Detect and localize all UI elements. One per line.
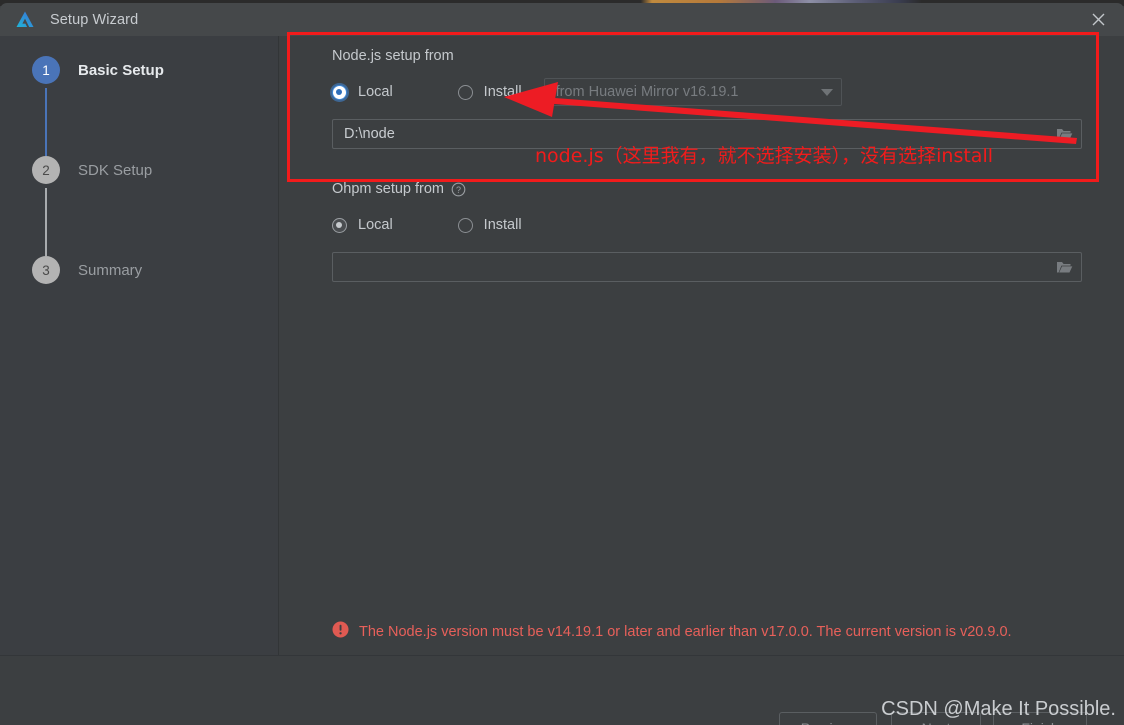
nodejs-local-radio-dot (332, 84, 347, 100)
ohpm-local-radio-label: Local (358, 217, 393, 233)
step-number-1: 1 (32, 56, 60, 84)
deveco-logo-icon (14, 9, 36, 31)
sidebar-item-summary[interactable]: 3 Summary (32, 256, 142, 284)
next-button[interactable]: Next (891, 712, 981, 725)
step-label-summary: Summary (78, 261, 143, 279)
svg-text:?: ? (456, 185, 461, 195)
nodejs-group-label: Node.js setup from (332, 48, 1092, 64)
step-connector-2-3 (45, 188, 47, 256)
nodejs-install-radio-label: Install (483, 84, 522, 100)
ohpm-path-input[interactable] (344, 253, 1047, 281)
ohpm-group-label-text: Ohpm setup from (332, 181, 445, 197)
ohpm-setup-group: Ohpm setup from ? Local Install (332, 181, 1092, 282)
nodejs-local-radio[interactable]: Local (332, 84, 393, 100)
nodejs-install-radio[interactable]: Install (457, 84, 522, 100)
nodejs-browse-folder-icon[interactable] (1047, 120, 1081, 148)
step-connector-1-2 (45, 88, 47, 156)
setup-wizard-window: Setup Wizard 1 Basic Setup 2 SDK Setup 3… (0, 0, 1124, 725)
ohpm-browse-folder-icon[interactable] (1047, 253, 1081, 281)
nodejs-local-radio-label: Local (358, 84, 393, 100)
ohpm-install-radio[interactable]: Install (457, 217, 522, 233)
wizard-steps-sidebar: 1 Basic Setup 2 SDK Setup 3 Summary (0, 36, 279, 655)
window-title: Setup Wizard (50, 11, 139, 28)
nodejs-mirror-select[interactable]: from Huawei Mirror v16.19.1 (543, 78, 842, 106)
help-circle-icon[interactable]: ? (451, 182, 466, 197)
error-exclamation-icon (332, 621, 349, 643)
window-body: 1 Basic Setup 2 SDK Setup 3 Summary Node… (0, 36, 1124, 725)
validation-error-row: The Node.js version must be v14.19.1 or … (332, 621, 1012, 643)
validation-error-text: The Node.js version must be v14.19.1 or … (359, 624, 1012, 640)
close-icon[interactable] (1072, 3, 1124, 36)
title-bar: Setup Wizard (0, 3, 1124, 36)
previous-button[interactable]: Previous (779, 712, 877, 725)
finish-button[interactable]: Finish (993, 712, 1087, 725)
ohpm-local-radio[interactable]: Local (332, 217, 393, 233)
step-number-2: 2 (32, 156, 60, 184)
sidebar-item-basic-setup[interactable]: 1 Basic Setup (32, 56, 164, 84)
ohpm-install-radio-label: Install (483, 217, 522, 233)
nodejs-source-radio-row: Local Install from Huawei Mirror v16.19.… (332, 78, 1092, 106)
nodejs-setup-group: Node.js setup from Local Install from Hu… (332, 48, 1092, 149)
ohpm-install-radio-dot (457, 217, 473, 233)
step-number-3: 3 (32, 256, 60, 284)
nodejs-path-input[interactable] (344, 120, 1047, 148)
step-label-basic-setup: Basic Setup (78, 61, 164, 79)
sidebar-item-sdk-setup[interactable]: 2 SDK Setup (32, 156, 152, 184)
nodejs-mirror-value: from Huawei Mirror v16.19.1 (555, 84, 739, 100)
nodejs-install-radio-dot (457, 84, 473, 100)
ohpm-group-label: Ohpm setup from ? (332, 181, 1092, 197)
ohpm-path-field[interactable] (332, 252, 1082, 282)
main-panel: Node.js setup from Local Install from Hu… (280, 36, 1124, 655)
ohpm-source-radio-row: Local Install (332, 214, 1092, 236)
nodejs-group-label-text: Node.js setup from (332, 48, 454, 64)
chevron-down-icon (820, 88, 833, 96)
step-label-sdk-setup: SDK Setup (78, 161, 153, 179)
nodejs-path-field[interactable] (332, 119, 1082, 149)
ohpm-local-radio-dot (332, 217, 347, 233)
wizard-footer-bar: Previous Next Finish (0, 655, 1124, 725)
